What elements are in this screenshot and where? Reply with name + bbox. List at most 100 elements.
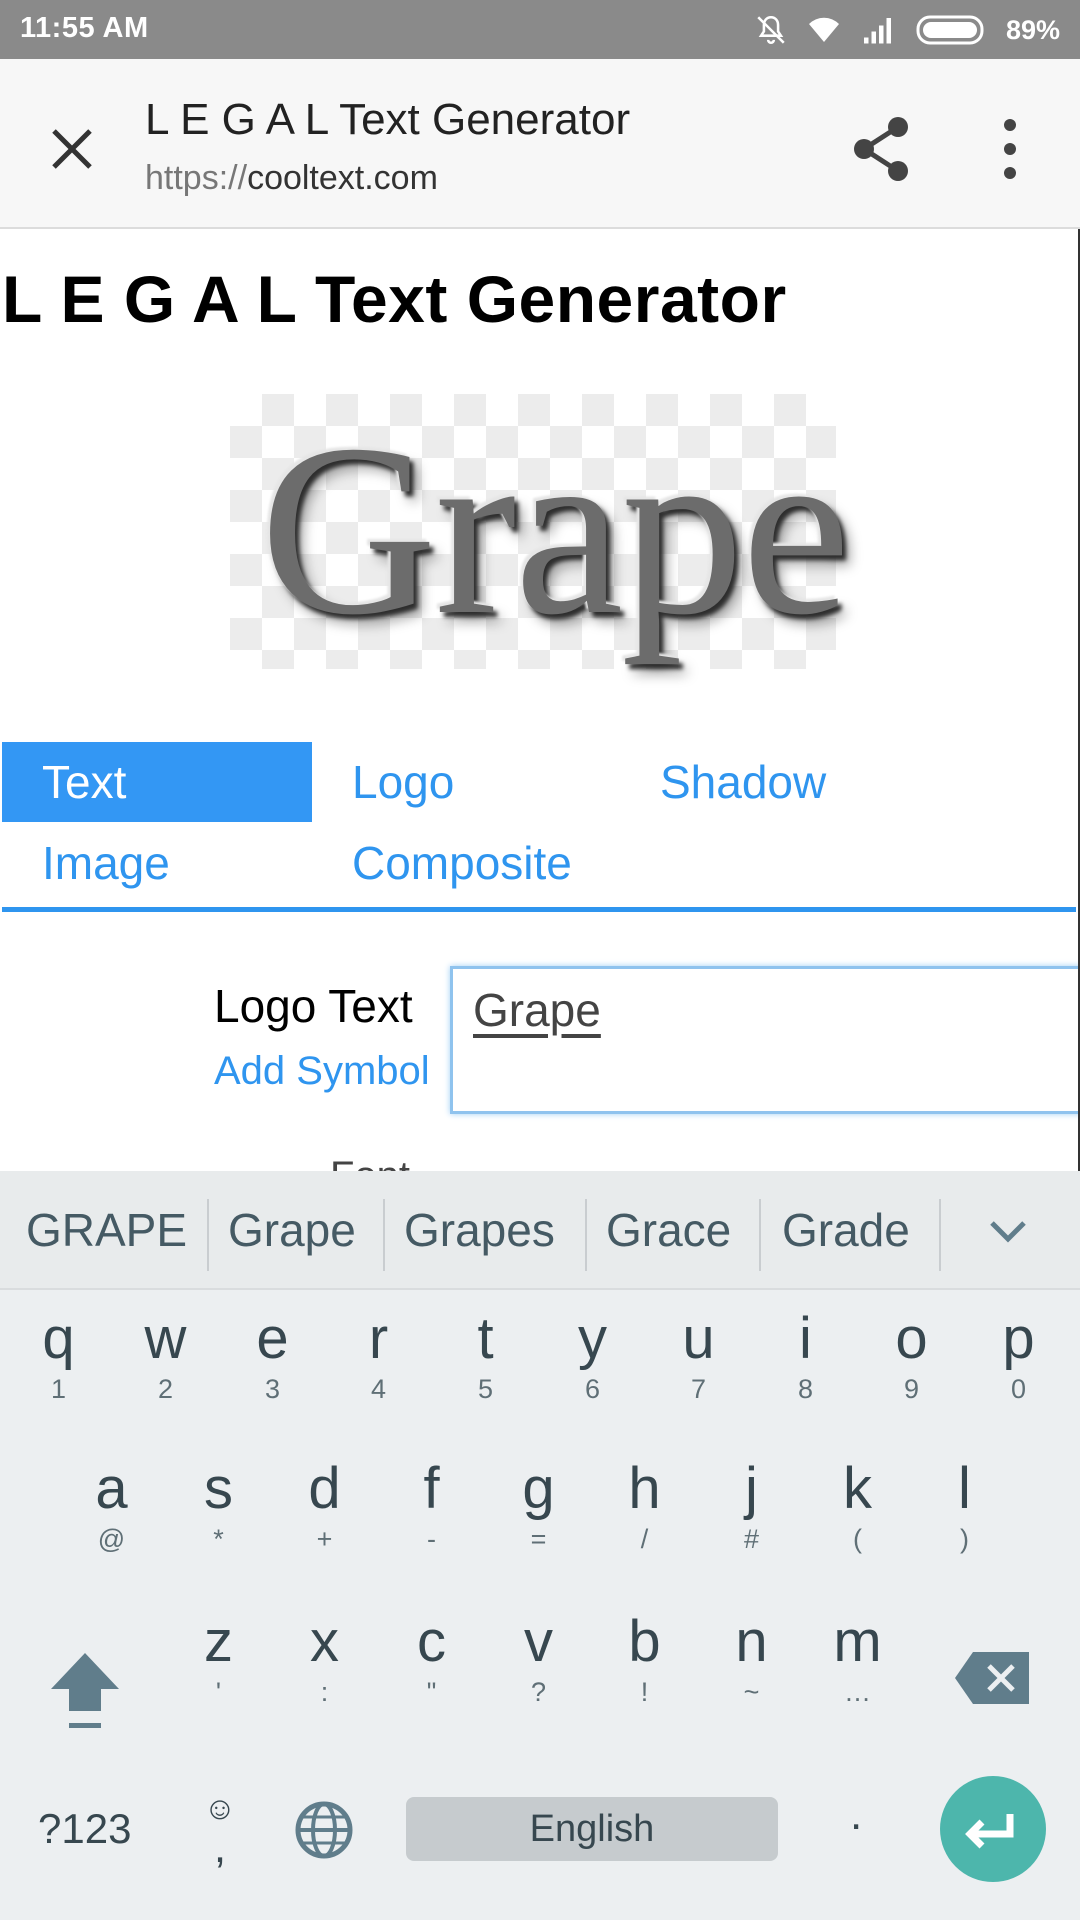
wifi-icon [808, 17, 839, 42]
logo-text-input[interactable]: Grape [450, 966, 1078, 1114]
page-title: L E G A L Text Generator [145, 95, 631, 144]
key-alt: / [640, 1524, 649, 1554]
key-s[interactable]: s * [165, 1440, 272, 1590]
key-h[interactable]: h / [591, 1440, 698, 1590]
status-time: 11:55 AM [20, 12, 149, 44]
backspace-icon[interactable] [955, 1650, 1031, 1706]
key-u[interactable]: u7 [645, 1290, 752, 1440]
tab-shadow[interactable]: Shadow [620, 742, 930, 822]
key-alt: 2 [157, 1374, 174, 1404]
key-j[interactable]: j # [698, 1440, 805, 1590]
key-main: f [423, 1456, 440, 1521]
close-icon[interactable] [40, 117, 104, 181]
tab-image[interactable]: Image [2, 823, 312, 903]
key-main: c [417, 1609, 446, 1674]
suggestion-item[interactable]: Grace [606, 1171, 731, 1290]
key-n[interactable]: n ~ [698, 1593, 805, 1743]
key-alt: ' [215, 1677, 222, 1707]
tab-composite[interactable]: Composite [312, 823, 712, 903]
web-content: L E G A L Text Generator Grape Text Logo… [0, 229, 1080, 1171]
key-alt: " [426, 1677, 437, 1707]
key-main: x [310, 1609, 339, 1674]
font-row-partial: Font [330, 1154, 410, 1171]
key-alt: 6 [584, 1374, 601, 1404]
key-c[interactable]: c " [378, 1593, 485, 1743]
key-alt: 1 [50, 1374, 67, 1404]
page-heading: L E G A L Text Generator [2, 262, 787, 336]
battery-percent: 89% [1005, 14, 1060, 45]
key-o[interactable]: o9 [858, 1290, 965, 1440]
enter-icon [965, 1814, 1014, 1849]
url-host: cooltext.com [247, 159, 438, 197]
key-main: v [524, 1609, 553, 1674]
tab-text[interactable]: Text [2, 742, 312, 822]
key-i[interactable]: i8 [752, 1290, 859, 1440]
key-alt: 0 [1010, 1374, 1027, 1404]
key-y[interactable]: y6 [539, 1290, 646, 1440]
key-alt: # [743, 1524, 760, 1554]
key-alt: 7 [690, 1374, 707, 1404]
key-g[interactable]: g = [485, 1440, 592, 1590]
space-key[interactable]: English [406, 1797, 778, 1861]
key-l[interactable]: l) [911, 1440, 1018, 1590]
url-scheme: https:// [145, 159, 248, 197]
key-r[interactable]: r4 [325, 1290, 432, 1440]
soft-keyboard: q1 w2 e3 r4 t5 y6 u7 i8 o9 p0 a @ s * d + f… [0, 1290, 1080, 1920]
chevron-down-icon[interactable] [984, 1207, 1032, 1255]
logo-text-label: Logo Text [214, 980, 413, 1032]
enter-key[interactable] [940, 1776, 1046, 1882]
key-v[interactable]: v? [485, 1593, 592, 1743]
comma-key[interactable]: ☺ , [190, 1790, 250, 1880]
key-alt: ~ [743, 1677, 760, 1707]
key-k[interactable]: k( [804, 1440, 911, 1590]
emoji-icon: ☺ [203, 1790, 237, 1826]
key-main: r [368, 1306, 389, 1371]
key-main: j [745, 1456, 758, 1521]
key-main: l [958, 1456, 971, 1521]
key-alt: - [427, 1524, 436, 1554]
key-alt: * [213, 1524, 224, 1554]
key-a[interactable]: a @ [58, 1440, 165, 1590]
key-alt: @ [97, 1524, 126, 1554]
key-q[interactable]: q1 [5, 1290, 112, 1440]
suggestion-item[interactable]: GRAPE [26, 1171, 187, 1290]
key-alt: ) [960, 1524, 969, 1554]
comma-label: , [213, 1823, 227, 1872]
symbols-key[interactable]: ?123 [38, 1805, 131, 1853]
page-url[interactable]: https://cooltext.com [145, 159, 438, 198]
key-d[interactable]: d + [271, 1440, 378, 1590]
suggestion-item[interactable]: Grade [782, 1171, 910, 1290]
key-z[interactable]: z ' [165, 1593, 272, 1743]
key-t[interactable]: t5 [432, 1290, 539, 1440]
key-main: h [628, 1456, 661, 1521]
logo-preview-image: Grape [230, 394, 851, 669]
add-symbol-link[interactable]: Add Symbol [214, 1049, 430, 1094]
tab-logo[interactable]: Logo [312, 742, 622, 822]
key-main: m [833, 1609, 882, 1674]
key-main: o [895, 1306, 928, 1371]
suggestion-strip: GRAPE Grape Grapes Grace Grade [0, 1171, 1080, 1290]
shift-icon[interactable] [45, 1645, 125, 1735]
key-w[interactable]: w2 [112, 1290, 219, 1440]
key-alt: ( [853, 1524, 862, 1554]
key-b[interactable]: b! [591, 1593, 698, 1743]
signal-icon [863, 18, 891, 44]
key-x[interactable]: x: [271, 1593, 378, 1743]
suggestion-item[interactable]: Grapes [404, 1171, 555, 1290]
more-vert-icon[interactable] [980, 111, 1040, 187]
share-icon[interactable] [850, 111, 914, 187]
suggestion-divider [383, 1199, 385, 1271]
battery-icon [916, 15, 984, 45]
key-main: n [735, 1609, 768, 1674]
key-m[interactable]: m… [804, 1593, 911, 1743]
logo-preview-text: Grape [260, 394, 851, 665]
period-key[interactable]: . [850, 1790, 862, 1840]
key-alt: + [316, 1524, 333, 1554]
key-main: t [477, 1306, 494, 1371]
globe-icon[interactable] [292, 1798, 356, 1862]
key-f[interactable]: f- [378, 1440, 485, 1590]
key-alt: 4 [370, 1374, 387, 1404]
suggestion-item[interactable]: Grape [228, 1171, 356, 1290]
key-e[interactable]: e3 [219, 1290, 326, 1440]
key-p[interactable]: p0 [965, 1290, 1072, 1440]
